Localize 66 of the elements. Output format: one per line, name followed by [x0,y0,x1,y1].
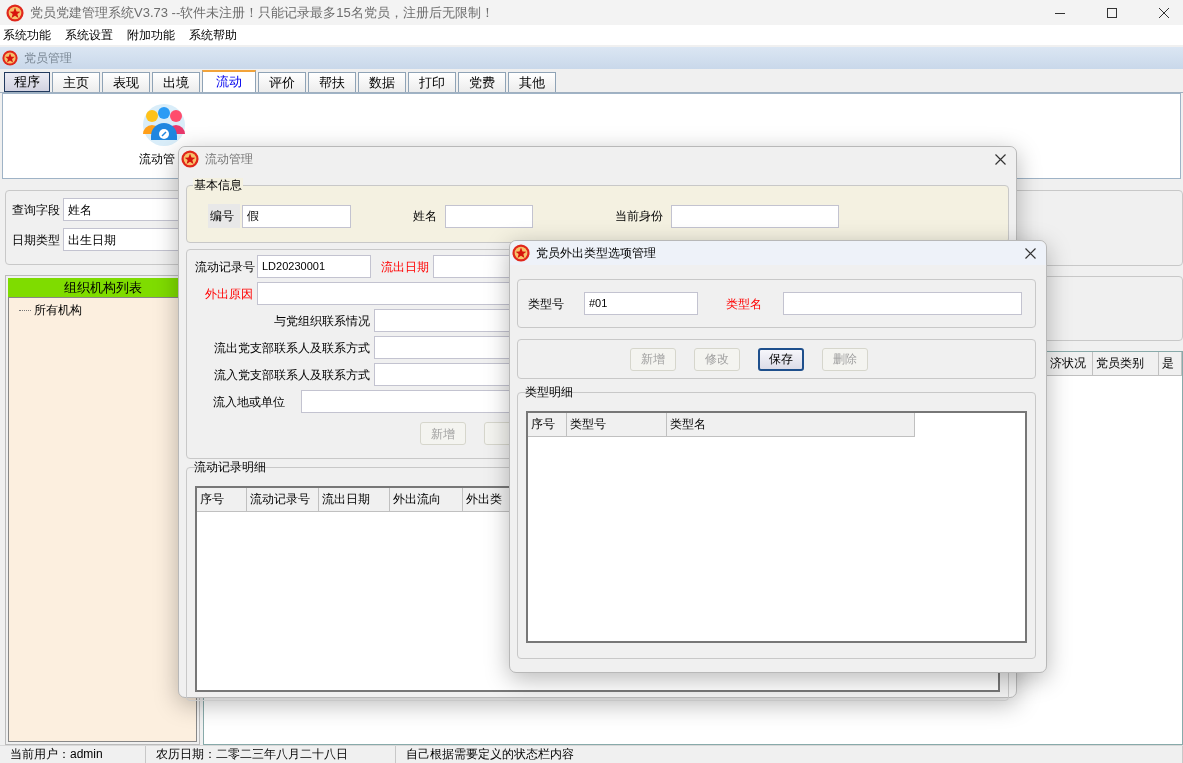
field-label: 与党组织联系情况 [273,312,370,330]
tab[interactable]: 党费 [458,72,506,92]
field-label: 外出原因 [204,285,253,303]
close-icon[interactable] [1159,7,1169,18]
field-label: 流出日期 [381,258,429,276]
field-label: 流出党支部联系人及联系方式 [213,339,370,357]
column-header: 党员类别 [1093,352,1159,375]
maximize-icon[interactable] [1107,7,1117,18]
field-label: 流动记录号 [195,258,253,276]
dialog-title: 党员外出类型选项管理 [536,245,656,262]
panel-title: 党员管理 [24,50,72,67]
field-label: 类型号 [528,295,565,313]
menu-item[interactable]: 系统设置 [65,26,113,44]
tab[interactable]: 主页 [52,72,100,92]
party-emblem-icon [512,244,530,262]
party-emblem-icon [2,50,18,66]
icon-label[interactable]: 流动管 [139,150,175,168]
column-header: 外出流向 [390,488,463,511]
tab[interactable]: 打印 [408,72,456,92]
field-label: 类型名 [726,295,763,313]
button[interactable]: 保存 [758,347,804,371]
party-emblem-icon [181,150,199,168]
field-label: 流入党支部联系人及联系方式 [213,366,370,384]
group-title: 类型明细 [524,385,574,399]
close-icon[interactable] [995,153,1006,165]
input-field[interactable] [445,204,533,228]
column-header: 序号 [528,413,567,436]
tab[interactable]: 出境 [152,72,200,92]
tab[interactable]: 程序 [4,72,50,92]
column-header: 类型名 [667,413,915,436]
tree-connector [19,309,31,311]
field-label: 查询字段 [12,201,60,219]
column-header: 流动记录号 [247,488,319,511]
field-label: 日期类型 [12,231,60,249]
field-label: 姓名 [412,208,438,225]
column-header: 序号 [197,488,247,511]
tab[interactable]: 其他 [508,72,556,92]
input-field[interactable]: LD20230001 [257,255,371,278]
tab[interactable]: 帮扶 [308,72,356,92]
tab[interactable]: 表现 [102,72,150,92]
menu-item[interactable]: 系统功能 [3,26,51,44]
field-label: 编号 [208,204,240,228]
field-label: 当前身份 [614,208,664,225]
input-field[interactable]: #01 [584,292,698,315]
status-text: 自己根据需要定义的状态栏内容 [396,746,1183,763]
input-field[interactable]: 假 [242,204,351,228]
menu-item[interactable]: 附加功能 [127,26,175,44]
tab[interactable]: 评价 [258,72,306,92]
status-text: 当前用户：admin [0,746,146,763]
column-header: 流出日期 [319,488,390,511]
close-icon[interactable] [1025,247,1036,259]
status-text: 农历日期：二零二三年八月二十八日 [146,746,396,763]
menu-item[interactable]: 系统帮助 [189,26,237,44]
tab[interactable]: 流动 [202,70,256,92]
input-field[interactable] [783,292,1022,315]
tab[interactable]: 数据 [358,72,406,92]
group-title: 基本信息 [193,178,243,192]
dialog-title: 流动管理 [205,151,253,168]
party-emblem-icon [6,3,24,22]
column-header: 是 [1159,352,1182,375]
tree-node[interactable]: 所有机构 [34,301,82,319]
input-field[interactable] [671,204,839,228]
group-title: 流动记录明细 [193,460,267,474]
window-title: 党员党建管理系统V3.73 --软件未注册！只能记录最多15名党员，注册后无限制！ [30,3,494,22]
column-header: 类型号 [567,413,667,436]
field-label: 流入地或单位 [212,393,285,411]
